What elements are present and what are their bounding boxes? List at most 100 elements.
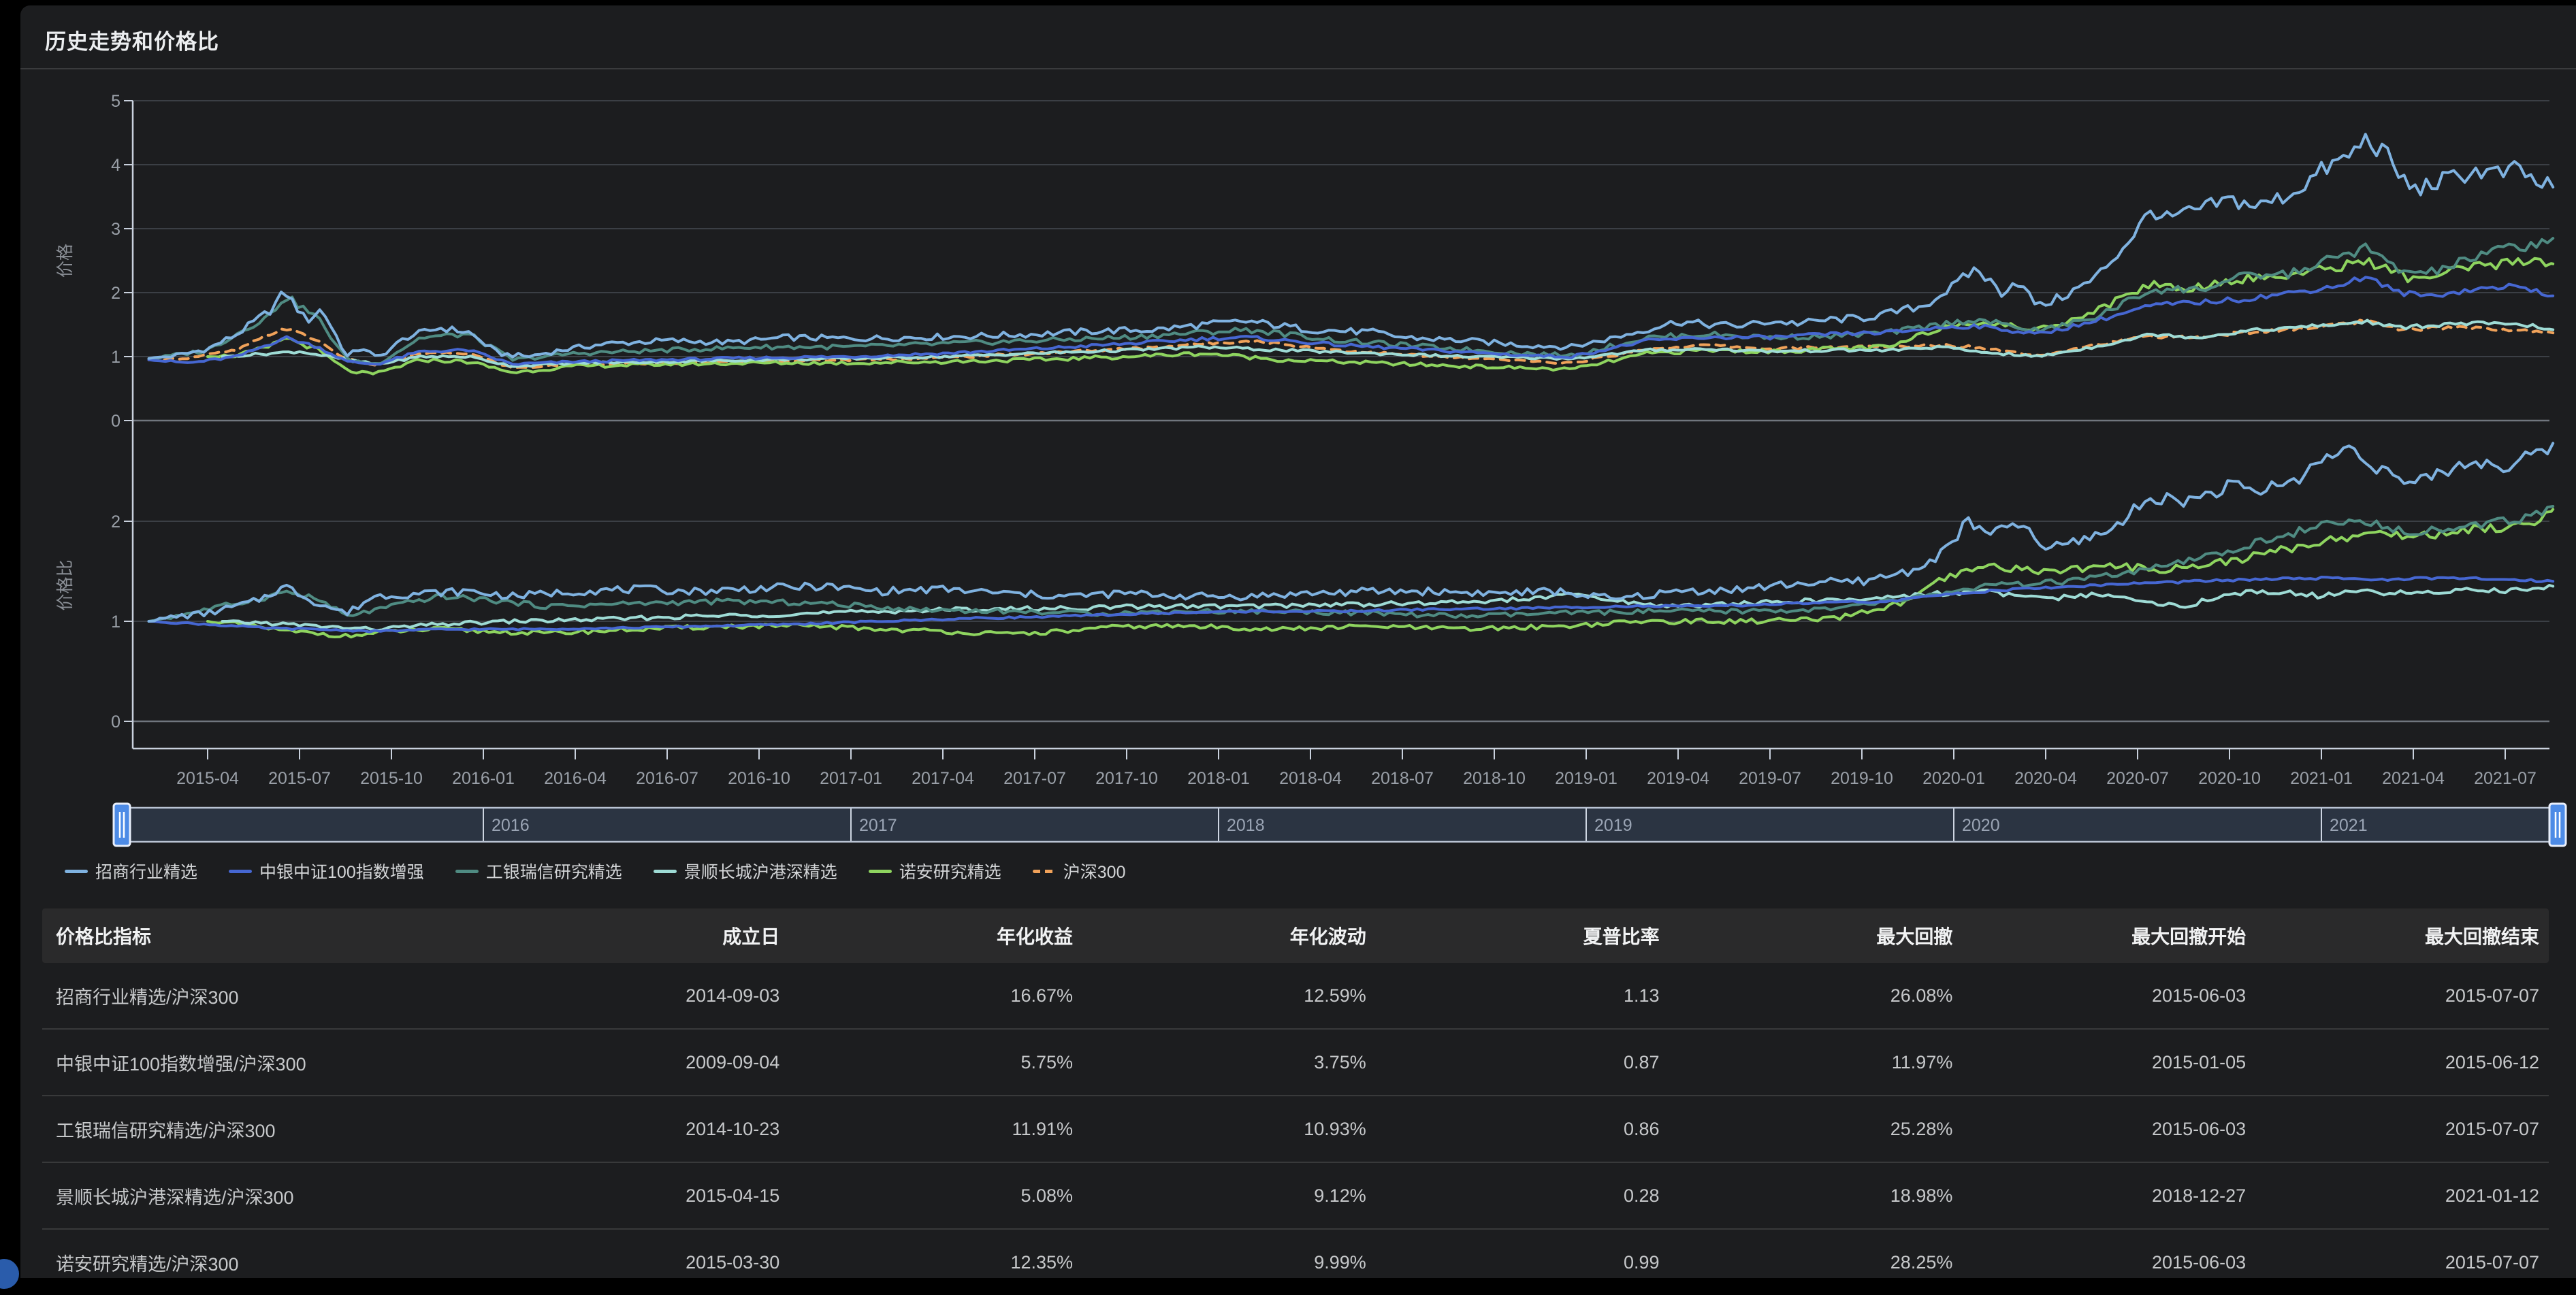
svg-text:2021-01: 2021-01 <box>2290 769 2353 788</box>
table-cell: 招商行业精选/沪深300 <box>42 963 496 1029</box>
table-cell: 25.28% <box>1669 1096 1963 1162</box>
legend-label: 工银瑞信研究精选 <box>486 859 622 883</box>
table-cell: 28.25% <box>1669 1229 1963 1295</box>
svg-text:2021-04: 2021-04 <box>2382 769 2445 788</box>
ratio-stats-table-wrap: 价格比指标成立日年化收益年化波动夏普比率最大回撤最大回撤开始最大回撤结束 招商行… <box>42 908 2549 1295</box>
table-row: 招商行业精选/沪深3002014-09-0316.67%12.59%1.1326… <box>42 963 2549 1029</box>
price-chart-series <box>149 134 2554 374</box>
legend-item-工银瑞信研究精选[interactable]: 工银瑞信研究精选 <box>455 859 622 883</box>
legend-item-诺安研究精选[interactable]: 诺安研究精选 <box>869 859 1001 883</box>
svg-text:2020-07: 2020-07 <box>2106 769 2169 788</box>
svg-text:2017-04: 2017-04 <box>912 769 974 788</box>
legend-swatch-icon <box>229 870 252 873</box>
series-招商行业精选 <box>149 134 2554 359</box>
legend-label: 景顺长城沪港深精选 <box>684 859 837 883</box>
table-cell: 0.99 <box>1376 1229 1669 1295</box>
table-row: 工银瑞信研究精选/沪深3002014-10-2311.91%10.93%0.86… <box>42 1096 2549 1162</box>
table-cell: 景顺长城沪港深精选/沪深300 <box>42 1162 496 1229</box>
legend-label: 招商行业精选 <box>95 859 197 883</box>
ratio-axis-name: 价格比 <box>56 559 75 610</box>
table-cell: 12.59% <box>1082 963 1376 1029</box>
svg-text:2017-07: 2017-07 <box>1003 769 1066 788</box>
legend-item-招商行业精选[interactable]: 招商行业精选 <box>65 859 197 883</box>
svg-text:2021-07: 2021-07 <box>2474 769 2537 788</box>
svg-text:4: 4 <box>111 156 120 175</box>
column-header: 最大回撤开始 <box>1962 908 2255 963</box>
svg-text:2016-01: 2016-01 <box>452 769 515 788</box>
svg-text:2020-04: 2020-04 <box>2014 769 2077 788</box>
legend-item-景顺长城沪港深精选[interactable]: 景顺长城沪港深精选 <box>654 859 837 883</box>
table-cell: 16.67% <box>789 963 1082 1029</box>
corner-blob <box>0 1259 19 1289</box>
datazoom-handle-right[interactable] <box>2549 804 2566 846</box>
datazoom-track[interactable] <box>121 808 2558 841</box>
svg-text:2015-04: 2015-04 <box>176 769 239 788</box>
table-cell: 3.75% <box>1082 1029 1376 1096</box>
table-row: 景顺长城沪港深精选/沪深3002015-04-155.08%9.12%0.281… <box>42 1162 2549 1229</box>
table-cell: 5.08% <box>789 1162 1082 1229</box>
legend-swatch-icon <box>455 870 479 873</box>
table-cell: 11.97% <box>1669 1029 1963 1096</box>
legend-swatch-icon <box>869 870 892 873</box>
history-and-ratio-chart[interactable]: 012345012价格价格比2015-042015-072015-102016-… <box>0 0 2576 857</box>
legend-swatch-icon <box>65 870 88 873</box>
column-header: 价格比指标 <box>42 908 496 963</box>
legend-item-沪深300[interactable]: 沪深300 <box>1033 859 1126 883</box>
table-cell: 2021-01-12 <box>2255 1162 2549 1229</box>
table-cell: 2014-10-23 <box>496 1096 789 1162</box>
svg-text:2018-07: 2018-07 <box>1371 769 1434 788</box>
table-cell: 12.35% <box>789 1229 1082 1295</box>
price-grid: 012345 <box>111 92 2549 431</box>
slider-year-label: 2021 <box>2330 816 2368 835</box>
table-cell: 0.86 <box>1376 1096 1669 1162</box>
table-cell: 2015-07-07 <box>2255 963 2549 1029</box>
slider-year-label: 2019 <box>1594 816 1632 835</box>
price-axis-name: 价格 <box>56 244 75 278</box>
svg-text:2020-01: 2020-01 <box>1922 769 1985 788</box>
table-cell: 工银瑞信研究精选/沪深300 <box>42 1096 496 1162</box>
svg-text:2016-04: 2016-04 <box>544 769 607 788</box>
series-招商行业精选/沪深300 <box>149 443 2554 621</box>
legend-swatch-icon <box>1033 870 1056 873</box>
slider-year-label: 2020 <box>1962 816 2000 835</box>
table-cell: 2015-04-15 <box>496 1162 789 1229</box>
svg-text:2017-01: 2017-01 <box>820 769 882 788</box>
svg-text:2018-01: 2018-01 <box>1187 769 1250 788</box>
table-cell: 1.13 <box>1376 963 1669 1029</box>
table-cell: 2015-06-03 <box>1962 1229 2255 1295</box>
slider-year-label: 2016 <box>492 816 530 835</box>
svg-text:2015-10: 2015-10 <box>360 769 423 788</box>
table-cell: 2009-09-04 <box>496 1029 789 1096</box>
svg-text:0: 0 <box>111 712 120 732</box>
ratio-stats-table: 价格比指标成立日年化收益年化波动夏普比率最大回撤最大回撤开始最大回撤结束 招商行… <box>42 908 2549 1295</box>
table-cell: 9.99% <box>1082 1229 1376 1295</box>
ratio-chart-series <box>149 443 2554 637</box>
datazoom-slider[interactable]: 201620172018201920202021 <box>114 804 2566 846</box>
svg-text:3: 3 <box>111 220 120 239</box>
column-header: 夏普比率 <box>1376 908 1669 963</box>
svg-text:2019-01: 2019-01 <box>1555 769 1617 788</box>
svg-text:0: 0 <box>111 412 120 431</box>
table-cell: 2015-06-12 <box>2255 1029 2549 1096</box>
datazoom-handle-left[interactable] <box>114 804 130 846</box>
series-景顺长城沪港深精选/沪深300 <box>223 585 2554 630</box>
slider-year-label: 2017 <box>859 816 897 835</box>
table-cell: 10.93% <box>1082 1096 1376 1162</box>
svg-text:2017-10: 2017-10 <box>1095 769 1158 788</box>
legend-item-中银中证100指数增强[interactable]: 中银中证100指数增强 <box>229 859 424 883</box>
table-cell: 中银中证100指数增强/沪深300 <box>42 1029 496 1096</box>
column-header: 最大回撤 <box>1669 908 1963 963</box>
table-row: 诺安研究精选/沪深3002015-03-3012.35%9.99%0.9928.… <box>42 1229 2549 1295</box>
table-cell: 2015-06-03 <box>1962 963 2255 1029</box>
svg-text:5: 5 <box>111 92 120 111</box>
table-cell: 2015-07-07 <box>2255 1096 2549 1162</box>
x-axis: 2015-042015-072015-102016-012016-042016-… <box>133 749 2549 788</box>
svg-text:1: 1 <box>111 348 120 367</box>
table-cell: 2014-09-03 <box>496 963 789 1029</box>
svg-text:2019-10: 2019-10 <box>1831 769 1893 788</box>
table-cell: 11.91% <box>789 1096 1082 1162</box>
svg-text:1: 1 <box>111 612 120 632</box>
legend-label: 诺安研究精选 <box>899 859 1001 883</box>
svg-text:2015-07: 2015-07 <box>268 769 331 788</box>
svg-text:2020-10: 2020-10 <box>2198 769 2261 788</box>
